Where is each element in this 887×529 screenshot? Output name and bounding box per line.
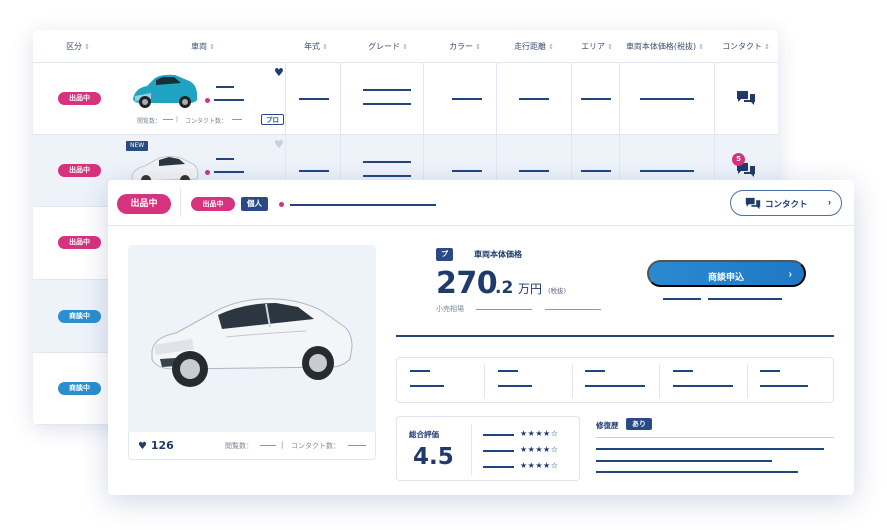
sort-icon[interactable]: ⇕ (402, 43, 408, 51)
column-label: 年式 (304, 42, 321, 51)
seller-type-badge: 個人 (241, 197, 268, 211)
new-tag: NEW (126, 141, 149, 151)
column-header-color[interactable]: カラー ⇕ (449, 41, 481, 52)
detail-header: 出品中 出品中 個人 コンタクト › (108, 180, 854, 226)
pro-seller-tag: プロ (261, 114, 284, 125)
favorite-heart-icon[interactable]: ♥ (274, 67, 284, 78)
car-image-panel (128, 245, 376, 460)
overall-rating-panel: 総合評価 4.5 ★★★★☆ ★★★★☆ ★★★★☆ (396, 416, 580, 481)
sort-icon[interactable]: ⇕ (698, 43, 704, 51)
column-label: 走行距離 (514, 42, 547, 51)
star-rating: ★★★★☆ (520, 429, 559, 438)
column-header-vehicle[interactable]: 車両 ⇕ (191, 41, 215, 52)
column-label: グレード (368, 42, 401, 51)
sort-icon[interactable]: ⇕ (475, 43, 481, 51)
heart-icon[interactable]: ♥ (138, 441, 147, 452)
contact-count-badge: 5 (732, 153, 745, 166)
status-badge: 出品中 (58, 236, 101, 249)
sort-icon[interactable]: ⇕ (607, 43, 613, 51)
car-image-footer: ♥ 126 閲覧数： | コンタクト数： (128, 432, 376, 460)
contact-button[interactable]: コンタクト › (730, 190, 842, 216)
status-badge: 商談中 (58, 382, 101, 395)
chat-icon (745, 197, 761, 210)
sort-icon[interactable]: ⇕ (764, 43, 770, 51)
star-rating: ★★★★☆ (520, 445, 559, 454)
status-badge: 出品中 (191, 197, 235, 211)
column-label: コンタクト (722, 42, 763, 51)
repair-history-label: 修復歴 (596, 421, 619, 430)
status-badge: 出品中 (58, 92, 101, 105)
retail-market-label: 小売相場 (436, 305, 464, 313)
price-unit: 万円 (518, 282, 543, 296)
column-header-price[interactable]: 車両本体価格(税抜) ⇕ (626, 41, 704, 52)
contacts-label: コンタクト数： (291, 442, 340, 450)
likes-value: 126 (150, 439, 174, 452)
status-badge: 出品中 (58, 164, 101, 177)
likes-count: ♥ 126 (138, 439, 174, 452)
sort-icon[interactable]: ⇕ (322, 43, 328, 51)
sort-icon[interactable]: ⇕ (84, 43, 90, 51)
spec-summary (396, 357, 834, 403)
column-label: 区分 (66, 42, 83, 51)
price-integer: 270 (436, 266, 498, 301)
negotiation-button-label: 商談申込 (708, 272, 745, 282)
table-header: 区分 ⇕ 車両 ⇕ 年式 ⇕ グレード ⇕ カラー ⇕ 走行距離 ⇕ エリア ⇕ 車両本体価格… (33, 30, 778, 63)
views-label: 閲覧数： (225, 442, 253, 450)
car-thumbnail-image[interactable] (129, 71, 201, 111)
column-header-area[interactable]: エリア ⇕ (581, 41, 613, 52)
rating-title: 総合評価 (409, 430, 439, 439)
column-label: カラー (449, 42, 474, 51)
contacts-label: コンタクト数： (185, 118, 228, 125)
negotiation-request-button[interactable]: 商談申込 › (647, 260, 806, 287)
chevron-right-icon: › (828, 197, 831, 207)
contact-button-label: コンタクト (765, 199, 808, 209)
views-label: 閲覧数： (137, 118, 162, 125)
column-label: 車両 (191, 42, 208, 51)
star-rating: ★★★★☆ (520, 461, 559, 470)
column-header-contact[interactable]: コンタクト ⇕ (722, 41, 770, 52)
favorite-heart-icon[interactable]: ♥ (274, 139, 284, 150)
rating-value: 4.5 (413, 444, 454, 470)
vehicle-detail-card: 出品中 出品中 個人 コンタクト › ♥ 126 閲覧数： | コンタクト数： … (108, 180, 854, 495)
column-header-grade[interactable]: グレード ⇕ (368, 41, 408, 52)
column-label: エリア (581, 42, 606, 51)
price-decimal: .2 (495, 278, 514, 298)
status-badge-large: 出品中 (117, 194, 171, 214)
column-label: 車両本体価格(税抜) (625, 42, 697, 51)
column-header-year[interactable]: 年式 ⇕ (304, 41, 328, 52)
tax-note: (税抜) (548, 287, 567, 295)
sort-icon[interactable]: ⇕ (209, 43, 215, 51)
column-header-mileage[interactable]: 走行距離 ⇕ (514, 41, 554, 52)
sort-icon[interactable]: ⇕ (548, 43, 554, 51)
car-image[interactable] (146, 289, 358, 393)
pro-seller-tag: プロ (436, 248, 453, 271)
price-label: 車両本体価格 (474, 250, 522, 259)
table-row[interactable]: 出品中 ♥ 閲覧数： | コンタクト数： プロ (33, 63, 778, 135)
status-badge: 商談中 (58, 310, 101, 323)
chat-icon[interactable] (736, 90, 756, 106)
repair-history-badge: あり (626, 418, 652, 430)
column-header-category[interactable]: 区分 ⇕ (66, 41, 90, 52)
chevron-right-icon: › (788, 269, 792, 280)
